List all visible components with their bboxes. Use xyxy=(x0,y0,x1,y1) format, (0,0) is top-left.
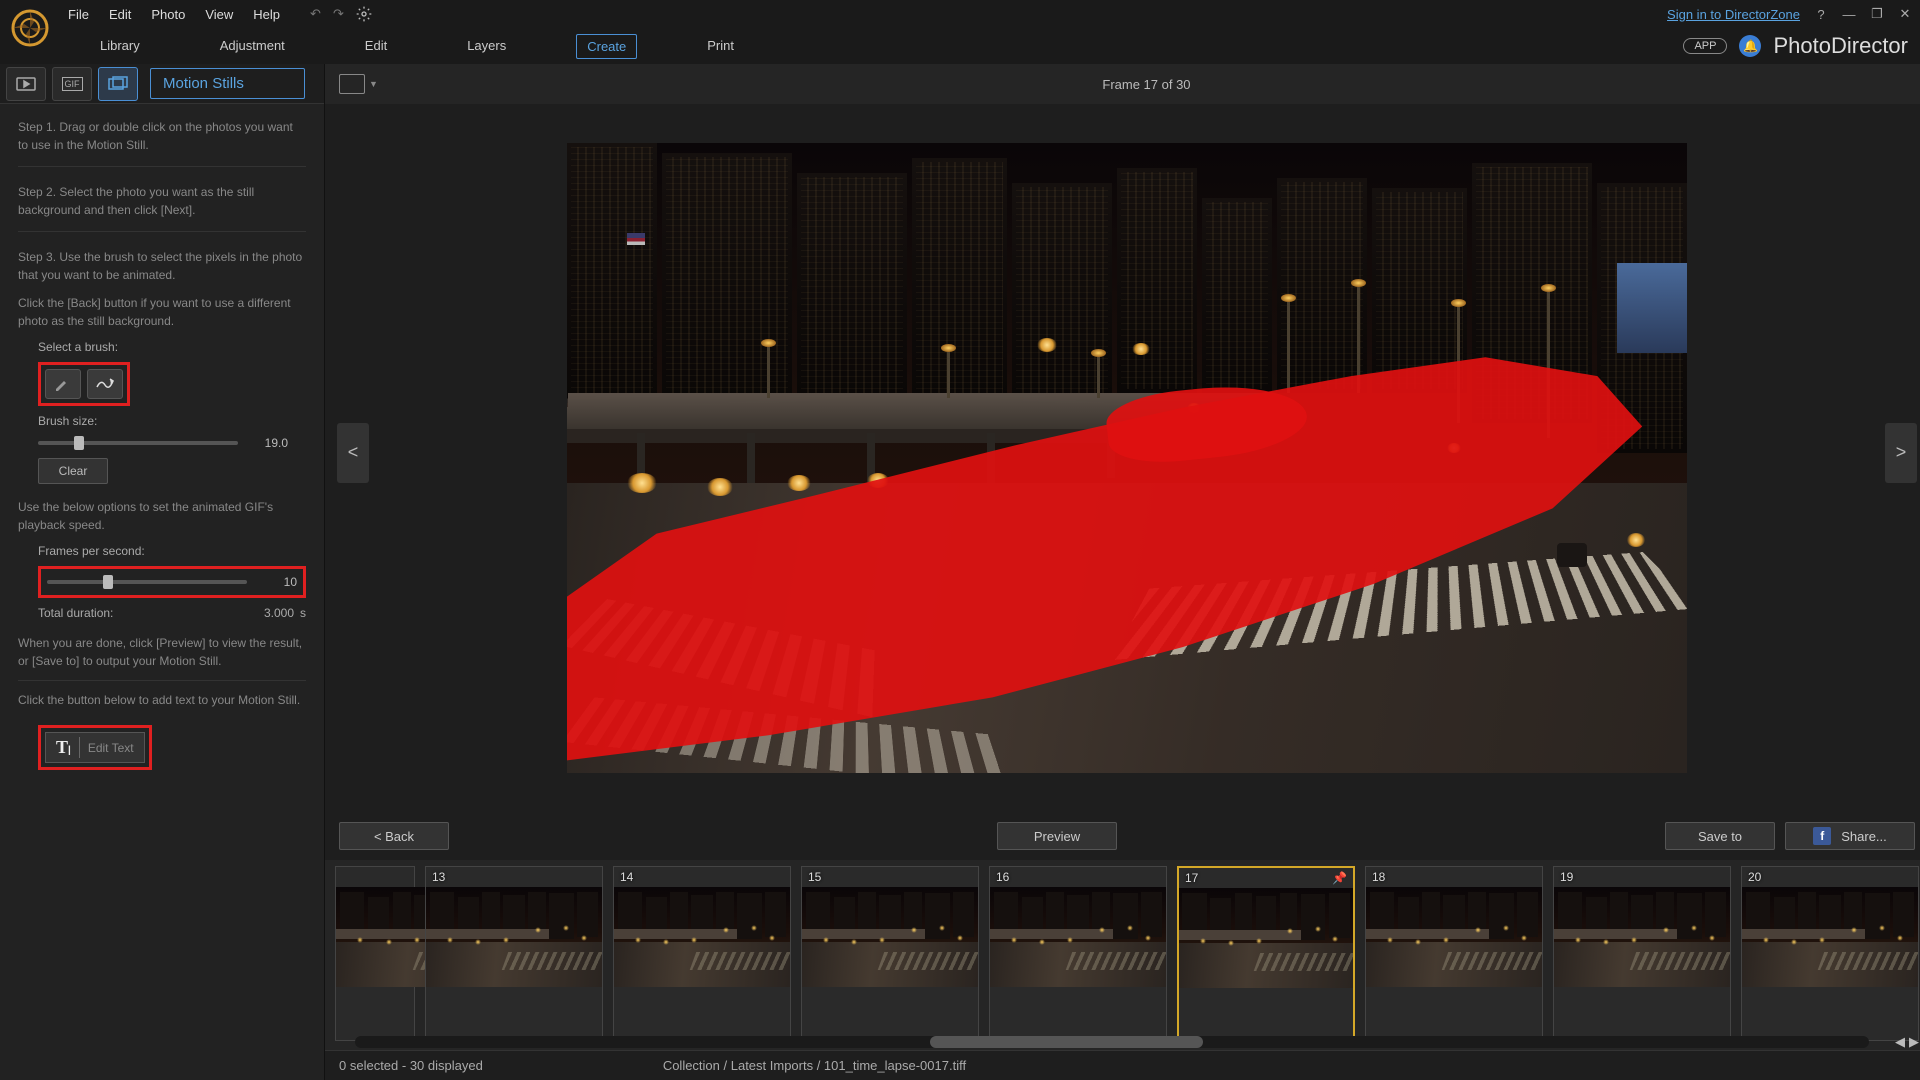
menu-edit[interactable]: Edit xyxy=(109,7,131,22)
brush-selector-highlight xyxy=(38,362,130,406)
select-brush-label: Select a brush: xyxy=(38,340,306,354)
thumb-number: 16 xyxy=(996,870,1009,884)
minimize-icon[interactable]: — xyxy=(1842,7,1856,21)
thumb-15[interactable]: 15 xyxy=(801,866,979,1041)
brush-erase-button[interactable] xyxy=(87,369,123,399)
thumb-nav-next[interactable]: ▶ xyxy=(1909,1034,1919,1050)
undo-icon[interactable]: ↶ xyxy=(310,6,321,22)
edit-text-label: Edit Text xyxy=(88,741,134,755)
fps-slider[interactable] xyxy=(47,580,247,584)
thumb-number: 20 xyxy=(1748,870,1761,884)
thumb-number: 19 xyxy=(1560,870,1573,884)
display-mode-button[interactable]: ▼ xyxy=(339,74,378,94)
thumb-13[interactable]: 13 xyxy=(425,866,603,1041)
tab-print[interactable]: Print xyxy=(697,34,744,59)
step3-text: Step 3. Use the brush to select the pixe… xyxy=(18,248,306,284)
brush-size-label: Brush size: xyxy=(38,414,306,428)
menu-help[interactable]: Help xyxy=(253,7,280,22)
close-icon[interactable]: ✕ xyxy=(1898,7,1912,21)
gif-help-text: Use the below options to set the animate… xyxy=(18,498,306,534)
action-button-row: < Back Preview Save to f Share... xyxy=(325,812,1920,860)
next-frame-button[interactable]: > xyxy=(1885,423,1917,483)
tab-create[interactable]: Create xyxy=(576,34,637,59)
pin-icon: 📌 xyxy=(1332,871,1347,885)
thumb-number: 14 xyxy=(620,870,633,884)
thumb-14[interactable]: 14 xyxy=(613,866,791,1041)
chevron-down-icon: ▼ xyxy=(369,79,378,89)
settings-gear-icon[interactable] xyxy=(356,6,372,22)
status-path: Collection / Latest Imports / 101_time_l… xyxy=(663,1058,966,1073)
panel-tab-video[interactable] xyxy=(6,67,46,101)
thumb-number: 13 xyxy=(432,870,445,884)
clear-button[interactable]: Clear xyxy=(38,458,108,484)
duration-label: Total duration: xyxy=(38,606,113,620)
menu-photo[interactable]: Photo xyxy=(151,7,185,22)
facebook-icon: f xyxy=(1813,827,1831,845)
thumb-number: 18 xyxy=(1372,870,1385,884)
duration-value: 3.000 xyxy=(264,606,294,620)
panel-tab-motion[interactable] xyxy=(98,67,138,101)
share-label: Share... xyxy=(1841,829,1887,844)
fps-value: 10 xyxy=(257,575,297,589)
redo-icon[interactable]: ↷ xyxy=(333,6,344,22)
help-icon[interactable]: ? xyxy=(1814,7,1828,21)
thumb-scrollbar[interactable] xyxy=(355,1036,1869,1048)
save-to-button[interactable]: Save to xyxy=(1665,822,1775,850)
fps-label: Frames per second: xyxy=(38,544,306,558)
signin-link[interactable]: Sign in to DirectorZone xyxy=(1667,7,1800,22)
status-selection: 0 selected - 30 displayed xyxy=(339,1058,483,1073)
monitor-icon xyxy=(339,74,365,94)
left-panel: GIF Motion Stills Step 1. Drag or double… xyxy=(0,64,325,1080)
thumb-20[interactable]: 20 xyxy=(1741,866,1919,1041)
status-bar: 0 selected - 30 displayed Collection / L… xyxy=(325,1050,1920,1080)
step3b-text: Click the [Back] button if you want to u… xyxy=(18,294,306,330)
app-name: PhotoDirector xyxy=(1773,33,1908,59)
app-logo-icon xyxy=(10,8,50,48)
tab-adjustment[interactable]: Adjustment xyxy=(210,34,295,59)
menu-view[interactable]: View xyxy=(205,7,233,22)
prev-frame-button[interactable]: < xyxy=(337,423,369,483)
fps-highlight: 10 xyxy=(38,566,306,598)
text-help-text: Click the button below to add text to yo… xyxy=(18,691,306,709)
panel-title: Motion Stills xyxy=(150,68,305,99)
menu-file[interactable]: File xyxy=(68,7,89,22)
step2-text: Step 2. Select the photo you want as the… xyxy=(18,183,306,232)
menu-bar: File Edit Photo View Help ↶ ↷ Sign in to… xyxy=(0,0,1920,28)
thumb-18[interactable]: 18 xyxy=(1365,866,1543,1041)
main-area: ▼ Frame 17 of 30 < > xyxy=(325,64,1920,1080)
tab-library[interactable]: Library xyxy=(90,34,150,59)
thumbnail-strip: 13 14 15 16 17 📌 18 19 20 ◀ ▶ xyxy=(325,860,1920,1050)
app-store-button[interactable]: APP xyxy=(1683,38,1727,54)
thumb-number: 15 xyxy=(808,870,821,884)
preview-button[interactable]: Preview xyxy=(997,822,1117,850)
done-help-text: When you are done, click [Preview] to vi… xyxy=(18,634,306,670)
duration-unit: s xyxy=(300,606,306,620)
thumb-16[interactable]: 16 xyxy=(989,866,1167,1041)
frame-counter: Frame 17 of 30 xyxy=(1102,77,1190,92)
brush-paint-button[interactable] xyxy=(45,369,81,399)
tab-edit[interactable]: Edit xyxy=(355,34,397,59)
thumb-number: 17 xyxy=(1185,871,1198,885)
share-button[interactable]: f Share... xyxy=(1785,822,1915,850)
main-tab-bar: Library Adjustment Edit Layers Create Pr… xyxy=(0,28,1920,64)
thumb-partial-prev[interactable] xyxy=(335,866,415,1041)
tab-layers[interactable]: Layers xyxy=(457,34,516,59)
step1-text: Step 1. Drag or double click on the phot… xyxy=(18,118,306,167)
edit-text-button[interactable]: T| Edit Text xyxy=(45,732,145,763)
text-icon: T| xyxy=(56,737,80,758)
maximize-icon[interactable]: ❐ xyxy=(1870,7,1884,21)
brush-size-value: 19.0 xyxy=(248,436,288,450)
thumb-17[interactable]: 17 📌 xyxy=(1177,866,1355,1041)
preview-image[interactable] xyxy=(567,143,1687,773)
edit-text-highlight: T| Edit Text xyxy=(38,725,152,770)
thumb-19[interactable]: 19 xyxy=(1553,866,1731,1041)
notification-icon[interactable]: 🔔 xyxy=(1739,35,1761,57)
back-button[interactable]: < Back xyxy=(339,822,449,850)
panel-tab-gif[interactable]: GIF xyxy=(52,67,92,101)
brush-size-slider[interactable] xyxy=(38,441,238,445)
thumb-nav-prev[interactable]: ◀ xyxy=(1895,1034,1905,1050)
